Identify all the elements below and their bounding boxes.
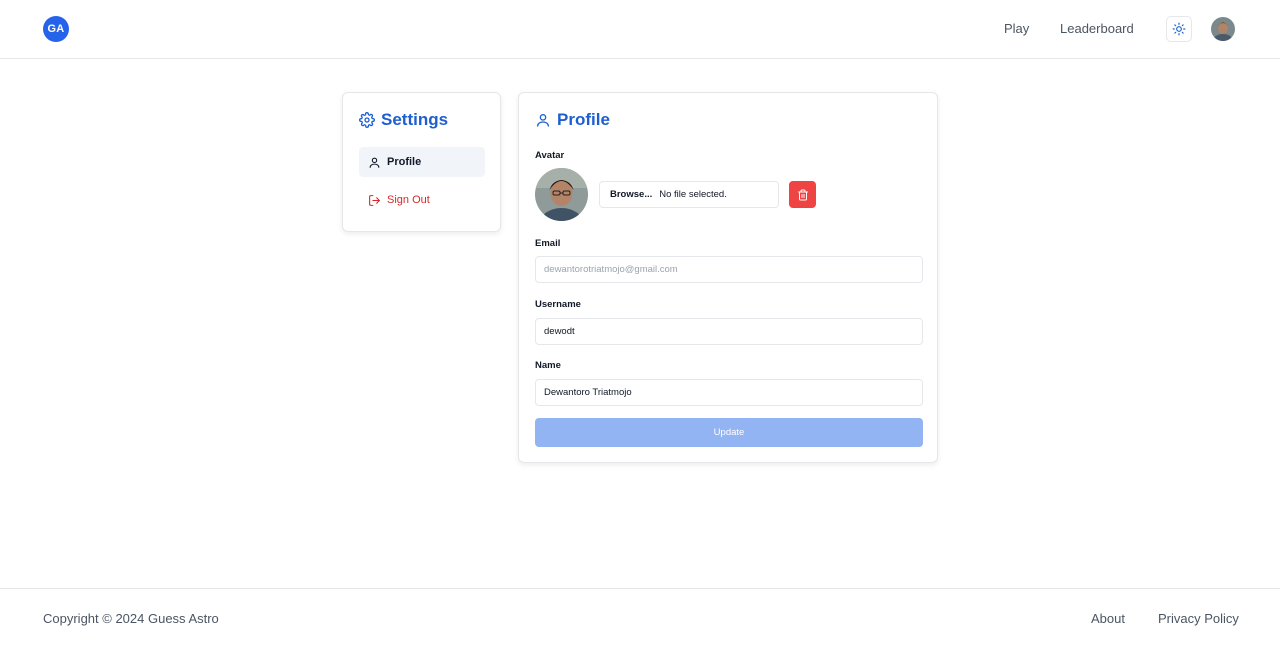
email-field: [535, 256, 923, 283]
logo-badge[interactable]: GA: [43, 16, 69, 42]
settings-heading: Settings: [359, 110, 448, 130]
footer: Copyright © 2024 Guess Astro About Priva…: [0, 588, 1280, 645]
profile-heading: Profile: [535, 110, 610, 130]
sun-icon: [1172, 22, 1186, 36]
file-status-text: No file selected.: [659, 189, 727, 200]
user-icon: [537, 114, 549, 127]
avatar-preview: [535, 168, 588, 221]
footer-about-link[interactable]: About: [1091, 611, 1125, 626]
theme-toggle-button[interactable]: [1166, 16, 1192, 42]
settings-sidebar: Settings Profile Sign Out: [342, 92, 501, 232]
avatar-photo-icon: [535, 168, 588, 221]
gear-icon: [359, 112, 375, 128]
user-avatar-menu[interactable]: [1211, 17, 1235, 41]
avatar-file-input[interactable]: Browse... No file selected.: [599, 181, 779, 208]
update-button[interactable]: Update: [535, 418, 923, 447]
sign-out-icon: [369, 194, 380, 206]
top-navbar: GA Play Leaderboard: [0, 0, 1280, 59]
delete-avatar-button[interactable]: [789, 181, 816, 208]
sidebar-item-profile[interactable]: Profile: [359, 147, 485, 177]
name-label: Name: [535, 360, 561, 371]
profile-form-card: Profile Avatar Browse... No file selecte…: [518, 92, 938, 463]
sidebar-item-label: Profile: [387, 156, 422, 168]
trash-icon: [797, 189, 808, 200]
profile-title-text: Profile: [557, 110, 610, 129]
footer-privacy-link[interactable]: Privacy Policy: [1158, 611, 1239, 626]
name-field[interactable]: [535, 379, 923, 406]
user-icon: [369, 157, 380, 168]
username-label: Username: [535, 299, 581, 310]
avatar-photo-icon: [1211, 17, 1235, 41]
nav-leaderboard-link[interactable]: Leaderboard: [1060, 21, 1134, 36]
copyright-text: Copyright © 2024 Guess Astro: [43, 611, 219, 626]
sidebar-item-sign-out[interactable]: Sign Out: [359, 185, 485, 215]
nav-play-link[interactable]: Play: [1004, 21, 1029, 36]
browse-button[interactable]: Browse...: [610, 189, 652, 200]
username-field[interactable]: [535, 318, 923, 345]
avatar-label: Avatar: [535, 150, 565, 161]
sidebar-item-label: Sign Out: [387, 194, 430, 206]
email-label: Email: [535, 238, 561, 249]
settings-title-text: Settings: [381, 110, 449, 129]
